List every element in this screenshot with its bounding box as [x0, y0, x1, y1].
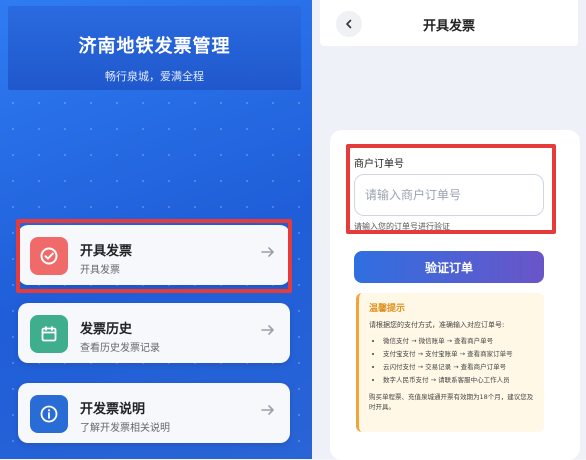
menu-card-title: 开发票说明: [80, 402, 146, 417]
top-bar: 开具发票: [320, 0, 578, 46]
tips-list-item: 微信支付 → 微信账单 → 查看商户单号: [383, 335, 536, 345]
tips-list: 微信支付 → 微信账单 → 查看商户单号 支付宝支付 → 支付宝账单 → 查看商…: [369, 335, 536, 384]
menu-card-invoice-history[interactable]: 发票历史 查看历史发票记录: [18, 303, 290, 363]
calendar-icon: [30, 315, 68, 353]
menu-card-invoice-guide[interactable]: 开发票说明 了解开发票相关说明: [18, 383, 290, 443]
page-title: 开具发票: [422, 19, 475, 34]
tips-list-item: 支付宝支付 → 支付宝账单 → 查看商家订单号: [383, 348, 536, 358]
highlight-box-order-input: [346, 144, 556, 234]
tips-list-item: 云闪付支付 → 交易记录 → 查看商户订单号: [383, 361, 536, 371]
home-panel: 济南地铁发票管理 畅行泉城，爱满全程 开具发票 开具发票 发票历史 查看历史发票…: [0, 0, 312, 459]
info-icon: [30, 395, 68, 433]
menu-card-subtitle: 查看历史发票记录: [80, 343, 160, 354]
app-subtitle: 畅行泉城，爱满全程: [105, 70, 204, 83]
tips-title: 温馨提示: [369, 304, 406, 314]
issue-invoice-panel: 开具发票 商户订单号 请输入您的订单号进行验证 验证订单 温馨提示 请根据您的支…: [312, 0, 586, 460]
arrow-right-icon: [261, 405, 274, 415]
menu-card-title: 发票历史: [80, 322, 133, 337]
tips-box: 温馨提示 请根据您的支付方式，准确输入对应订单号: 微信支付 → 微信账单 → …: [356, 293, 544, 432]
menu-card-subtitle: 了解开发票相关说明: [80, 423, 170, 434]
home-header: 济南地铁发票管理 畅行泉城，爱满全程: [8, 6, 301, 90]
arrow-right-icon: [261, 325, 274, 335]
tips-note: 购买单程票、充值泉城通开票有效期为18个月，建议您及时开具。: [369, 393, 534, 412]
verify-order-button[interactable]: 验证订单: [354, 251, 544, 283]
tips-intro: 请根据您的支付方式，准确输入对应订单号:: [369, 321, 505, 329]
highlight-box-issue-invoice: [16, 219, 292, 293]
tips-list-item: 数字人民币支付 → 请联系客服中心工作人员: [383, 374, 536, 384]
app-title: 济南地铁发票管理: [78, 36, 231, 57]
